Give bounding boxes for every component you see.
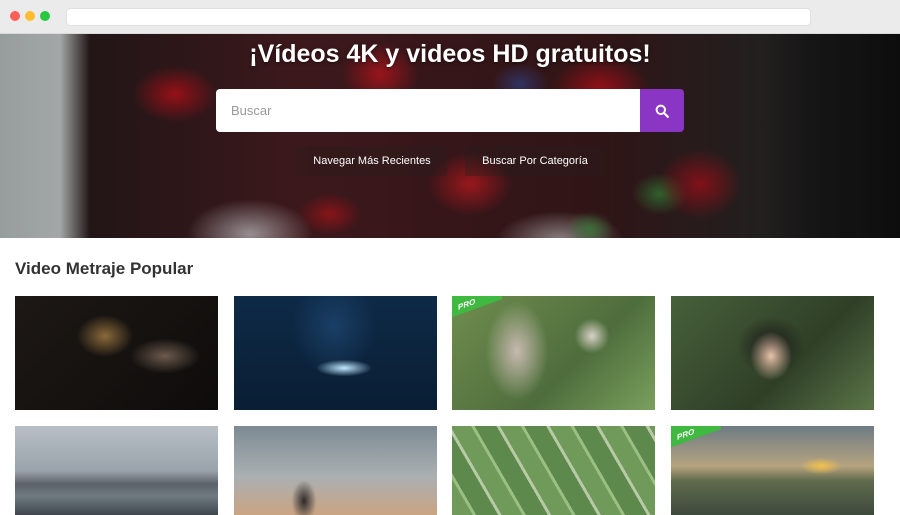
- section-title: Video Metraje Popular: [15, 259, 194, 278]
- hero-banner: ¡Vídeos 4K y videos HD gratuitos! Navega…: [0, 34, 900, 238]
- video-thumbnail-vinyl-record[interactable]: [15, 296, 218, 410]
- pro-badge: PRO: [671, 426, 721, 448]
- browse-category-button[interactable]: Buscar Por Categoría: [465, 146, 605, 176]
- address-bar[interactable]: [66, 8, 811, 26]
- video-thumbnail-hands-tablet[interactable]: [234, 296, 437, 410]
- maximize-window-dot[interactable]: [40, 11, 50, 21]
- search-icon: [655, 104, 669, 118]
- video-thumbnail-aerial-fields[interactable]: [452, 426, 655, 515]
- search-bar: [216, 89, 684, 132]
- minimize-window-dot[interactable]: [25, 11, 35, 21]
- video-thumbnail-city-sunset[interactable]: PRO: [671, 426, 874, 515]
- video-thumbnail-child-headphones[interactable]: [671, 296, 874, 410]
- browser-chrome: [0, 0, 900, 34]
- hero-title: ¡Vídeos 4K y videos HD gratuitos!: [249, 40, 651, 68]
- browse-recent-button[interactable]: Navegar Más Recientes: [297, 146, 447, 176]
- close-window-dot[interactable]: [10, 11, 20, 21]
- search-input[interactable]: [216, 89, 640, 132]
- search-button[interactable]: [640, 89, 684, 132]
- video-thumbnail-coastal-city[interactable]: [15, 426, 218, 515]
- video-thumbnail-person-drone[interactable]: [234, 426, 437, 515]
- pro-badge: PRO: [452, 296, 502, 318]
- video-thumbnail-elderly-woman-garden[interactable]: PRO: [452, 296, 655, 410]
